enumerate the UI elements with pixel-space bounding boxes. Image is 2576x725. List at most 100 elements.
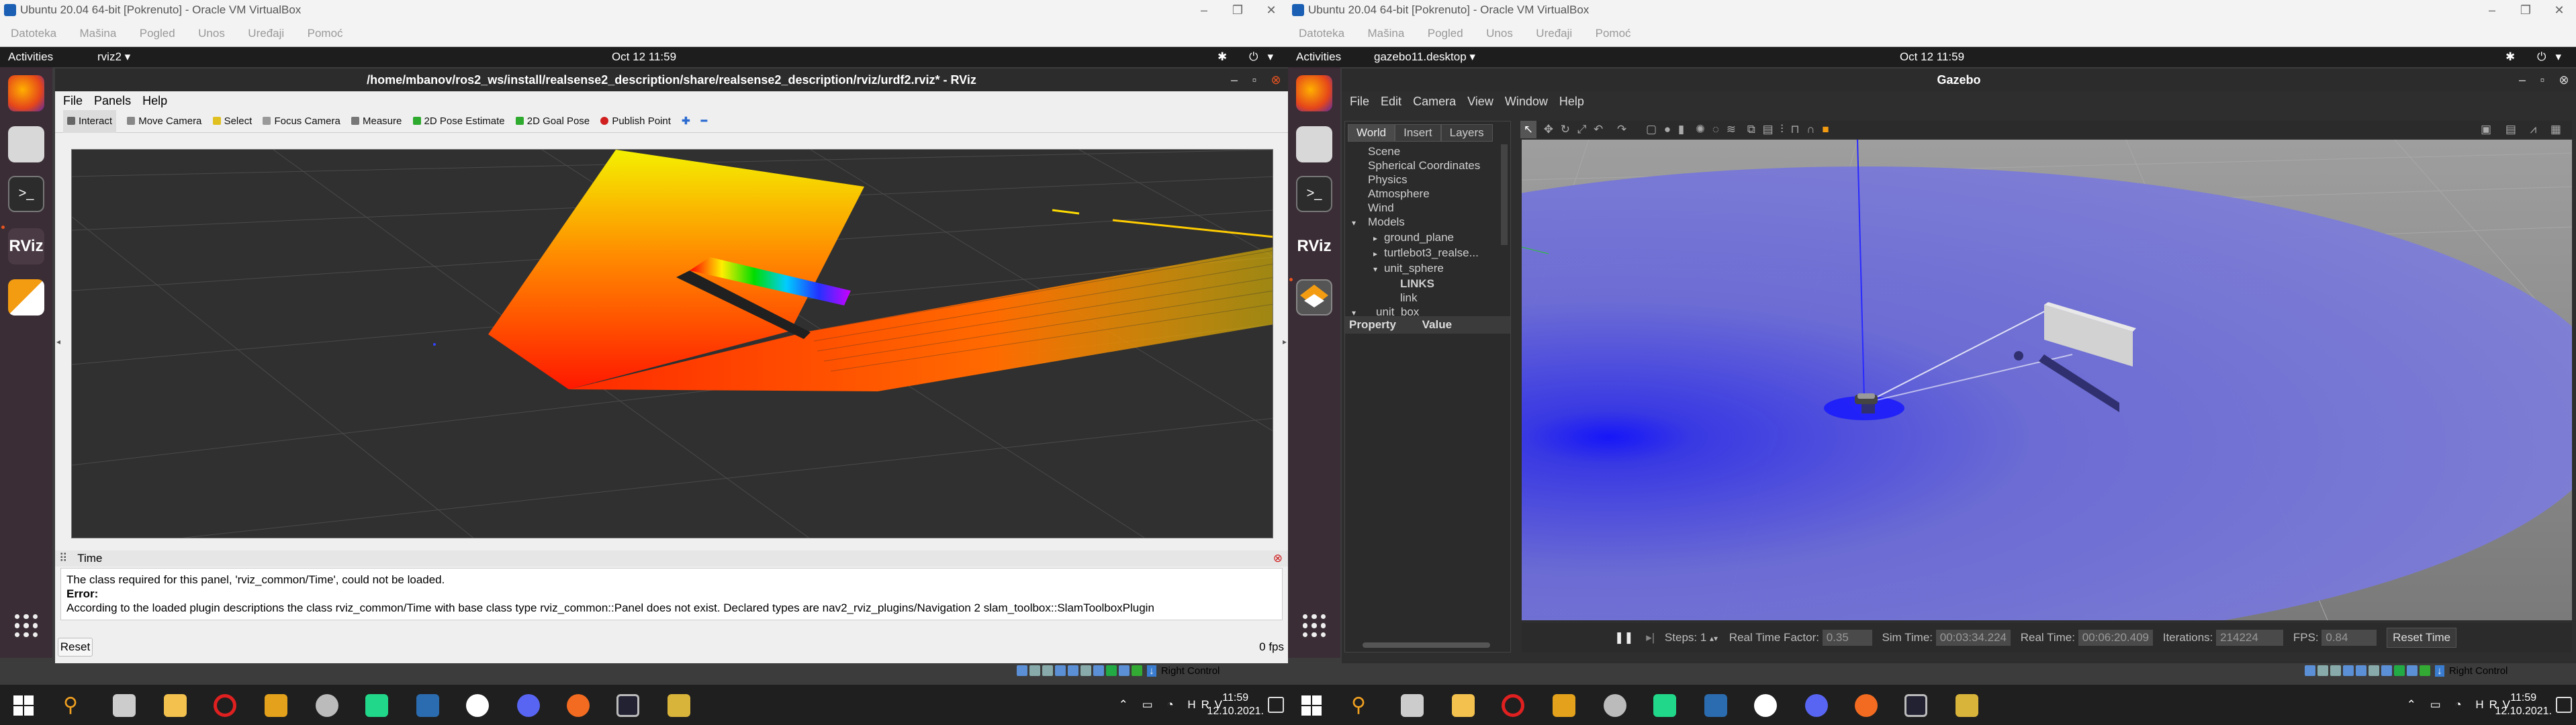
gazebo-maximize-button[interactable]: ▫ — [2533, 68, 2552, 91]
files-icon[interactable] — [8, 126, 44, 162]
steps-spinner-icon[interactable]: ▴▾ — [1710, 634, 1718, 643]
tree-item-models[interactable]: ▾ Models — [1352, 215, 1480, 230]
discord-icon[interactable] — [517, 694, 540, 717]
sublime-icon[interactable] — [265, 694, 287, 717]
panel-grip-icon[interactable]: ⠿ — [59, 552, 67, 565]
rviz-minimize-button[interactable]: – — [1225, 68, 1244, 91]
gz-menu-window[interactable]: Window — [1505, 91, 1548, 111]
cylinder-shape-icon[interactable]: ▮ — [1678, 123, 1684, 136]
snap-icon[interactable]: ⊓ — [1790, 123, 1799, 136]
menu-pomoc[interactable]: Pomoć — [1596, 20, 1631, 47]
menu-uredaji[interactable]: Uređaji — [1536, 20, 1572, 47]
left-splitter-icon[interactable]: ◂ — [56, 337, 60, 346]
firefox-icon[interactable] — [8, 75, 44, 111]
notifications-icon[interactable] — [1268, 697, 1284, 713]
tree-item-spherical[interactable]: Spherical Coordinates — [1352, 158, 1480, 173]
translate-mode-icon[interactable]: ✥ — [1544, 123, 1553, 136]
menu-pogled[interactable]: Pogled — [1428, 20, 1463, 47]
move-camera-tool[interactable]: Move Camera — [127, 110, 201, 133]
time-panel-close-icon[interactable]: ⊗ — [1273, 550, 1283, 567]
tab-layers[interactable]: Layers — [1440, 124, 1493, 142]
minimize-button[interactable]: – — [2475, 0, 2509, 20]
magnet-icon[interactable]: ∩ — [1806, 123, 1814, 136]
menu-masina[interactable]: Mašina — [80, 20, 117, 47]
terminal-icon[interactable]: >_ — [8, 176, 44, 212]
tree-item-scene[interactable]: Scene — [1352, 144, 1480, 158]
rviz-icon[interactable]: RViz — [1296, 228, 1332, 264]
virtualbox-taskbar-icon[interactable] — [616, 694, 639, 717]
minimize-button[interactable]: – — [1187, 0, 1221, 20]
file-explorer-icon[interactable] — [1452, 694, 1475, 717]
app-icon-12[interactable] — [1855, 694, 1878, 717]
interact-tool[interactable]: Interact — [63, 110, 117, 133]
add-tool-icon[interactable]: ✚ — [682, 110, 690, 133]
app-icon-10[interactable] — [466, 694, 489, 717]
reset-time-button[interactable]: Reset Time — [2387, 628, 2457, 648]
pycharm-icon[interactable] — [1653, 694, 1676, 717]
menu-unos[interactable]: Unos — [198, 20, 225, 47]
tree-item-turtlebot[interactable]: ▸ turtlebot3_realse... — [1352, 246, 1480, 261]
gazebo-icon[interactable] — [1296, 279, 1332, 316]
rviz-menu-file[interactable]: File — [63, 91, 83, 110]
copy-icon[interactable]: ⧉ — [1747, 123, 1755, 136]
sphere-shape-icon[interactable]: ● — [1664, 123, 1671, 136]
tree-scrollbar[interactable] — [1501, 144, 1508, 245]
scale-mode-icon[interactable]: ⤢ — [1577, 123, 1587, 136]
opera-icon[interactable] — [214, 694, 236, 717]
gazebo-close-button[interactable]: ⊗ — [2555, 68, 2573, 91]
redo-icon[interactable]: ↷ — [1617, 123, 1626, 136]
gazebo-icon[interactable] — [8, 279, 44, 316]
system-tray[interactable]: ✱ ⏻▾ — [2505, 47, 2571, 67]
windows-start-icon[interactable] — [1300, 694, 1323, 717]
tree-item-unit-sphere[interactable]: ▾ unit_sphere — [1352, 261, 1480, 277]
tree-item-link[interactable]: link — [1352, 291, 1480, 305]
tree-item-ground-plane[interactable]: ▸ ground_plane — [1352, 230, 1480, 246]
opera-icon[interactable] — [1502, 694, 1524, 717]
app-icon-7[interactable] — [1604, 694, 1626, 717]
undo-icon[interactable]: ↶ — [1594, 123, 1603, 136]
menu-masina[interactable]: Mašina — [1368, 20, 1405, 47]
focus-camera-tool[interactable]: Focus Camera — [263, 110, 340, 133]
select-tool[interactable]: Select — [212, 110, 252, 133]
rviz-close-button[interactable]: ⊗ — [1267, 68, 1285, 91]
measure-tool[interactable]: Measure — [351, 110, 402, 133]
tree-item-wind[interactable]: Wind — [1352, 201, 1480, 215]
app-icon-14[interactable] — [668, 694, 690, 717]
menu-unos[interactable]: Unos — [1486, 20, 1513, 47]
maximize-button[interactable]: ❐ — [2509, 0, 2542, 20]
app-icon-7[interactable] — [316, 694, 338, 717]
app-icon-12[interactable] — [567, 694, 590, 717]
close-button[interactable]: ✕ — [2542, 0, 2576, 20]
app-icon-9[interactable] — [1704, 694, 1727, 717]
right-splitter-icon[interactable]: ▸ — [1283, 337, 1287, 346]
maximize-button[interactable]: ❐ — [1221, 0, 1254, 20]
goal-pose-tool[interactable]: 2D Goal Pose — [515, 110, 590, 133]
menu-pomoc[interactable]: Pomoć — [308, 20, 343, 47]
clock[interactable]: Oct 12 11:59 — [1288, 47, 2576, 67]
close-button[interactable]: ✕ — [1254, 0, 1288, 20]
panel-hscrollbar[interactable] — [1363, 642, 1490, 648]
remove-tool-icon[interactable]: ━ — [701, 110, 707, 133]
rotate-mode-icon[interactable]: ↻ — [1561, 123, 1570, 136]
rviz-icon[interactable]: RViz — [8, 228, 44, 264]
tab-world[interactable]: World — [1348, 124, 1395, 142]
screenshot-log-plot-icons[interactable]: ▣ ▤ ⩘ ▦ — [2481, 121, 2567, 138]
step-button[interactable]: ▸| — [1646, 631, 1655, 644]
task-view-icon[interactable] — [113, 694, 136, 717]
search-icon[interactable]: ⚲ — [63, 694, 86, 717]
sublime-icon[interactable] — [1553, 694, 1575, 717]
rviz-menu-help[interactable]: Help — [142, 91, 167, 110]
light-icon[interactable]: ✺ — [1696, 123, 1705, 136]
firefox-icon[interactable] — [1296, 75, 1332, 111]
app-icon-10[interactable] — [1754, 694, 1777, 717]
pycharm-icon[interactable] — [365, 694, 388, 717]
gz-menu-view[interactable]: View — [1467, 91, 1493, 111]
task-view-icon[interactable] — [1401, 694, 1424, 717]
menu-uredaji[interactable]: Uređaji — [248, 20, 284, 47]
terminal-icon[interactable]: >_ — [1296, 176, 1332, 212]
menu-datoteka[interactable]: Datoteka — [1299, 20, 1344, 47]
app-icon-9[interactable] — [416, 694, 439, 717]
gz-menu-file[interactable]: File — [1350, 91, 1369, 111]
select-mode-icon[interactable]: ↖ — [1520, 121, 1536, 138]
windows-start-icon[interactable] — [12, 694, 35, 717]
